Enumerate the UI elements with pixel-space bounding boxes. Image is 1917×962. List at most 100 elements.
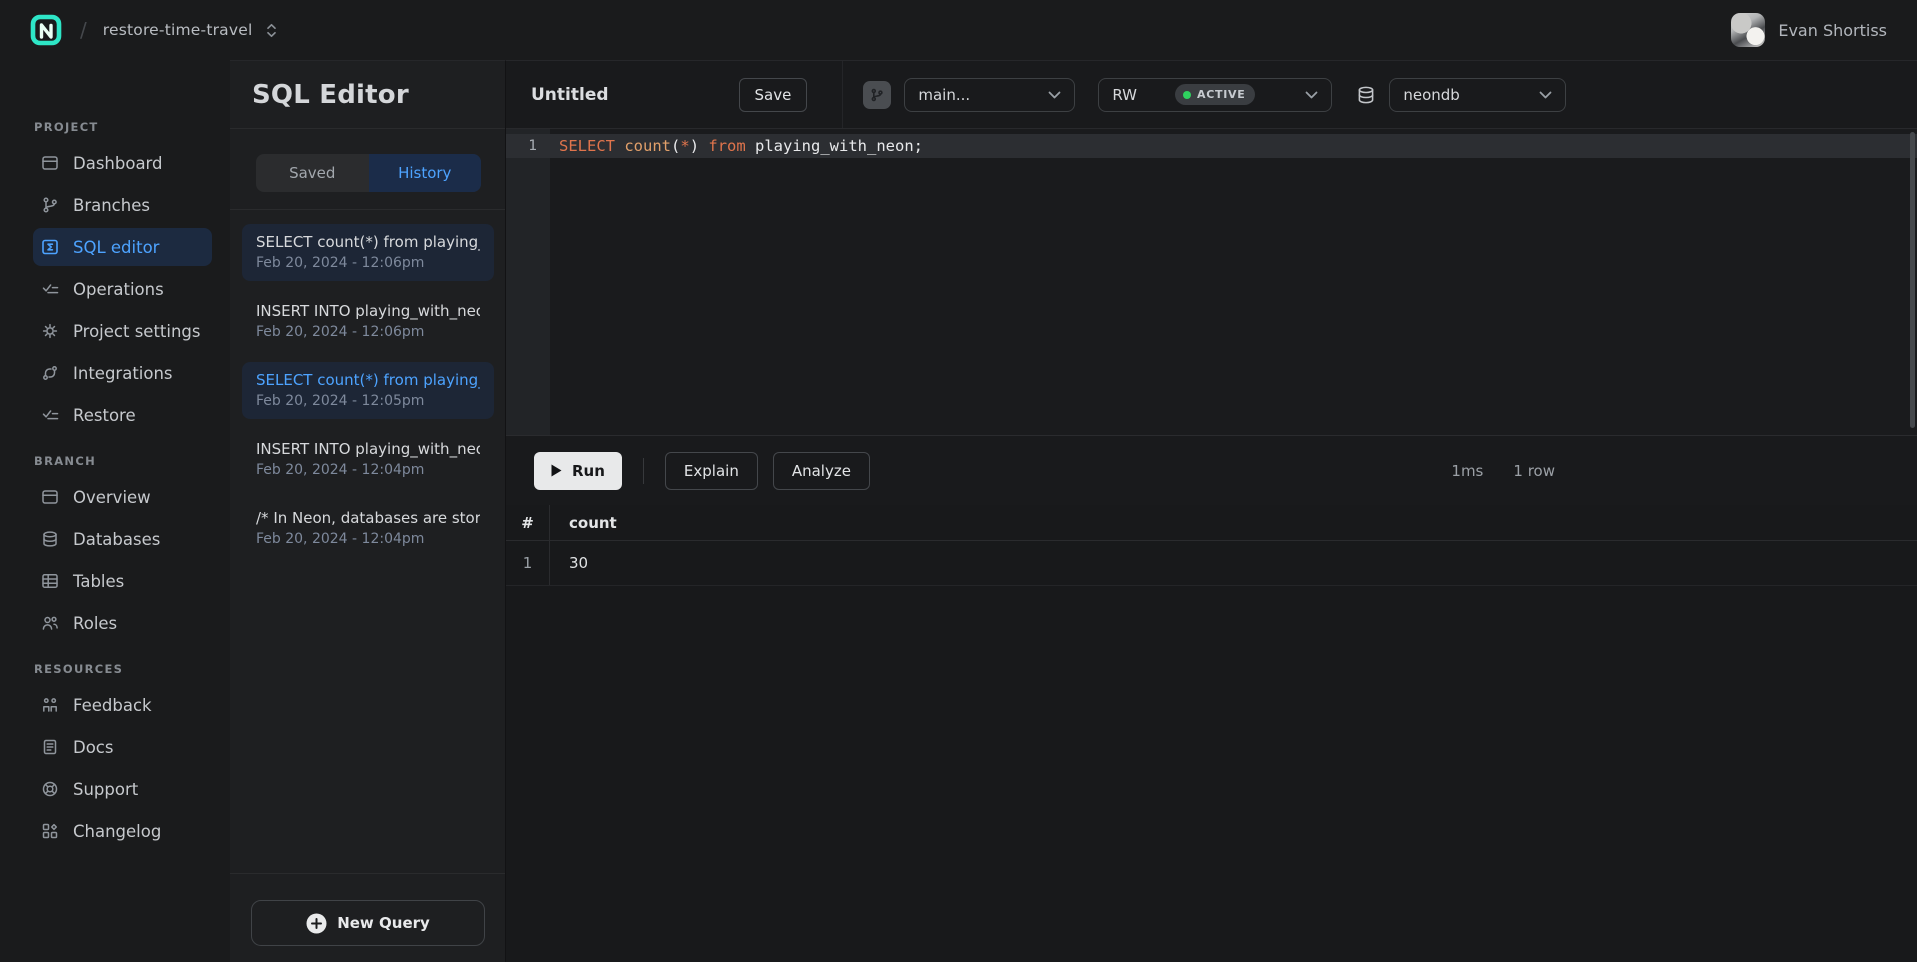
tab-saved[interactable]: Saved (256, 154, 369, 192)
panel-header: SQL Editor (230, 61, 505, 129)
project-switcher-icon[interactable] (264, 22, 279, 39)
sidebar-item-roles[interactable]: Roles (33, 604, 212, 642)
sql-editor-icon (40, 237, 60, 257)
user-menu[interactable]: Evan Shortiss (1731, 13, 1887, 47)
sql-editor-panel: SQL Editor Saved History SELECT count(*)… (230, 60, 505, 962)
body: PROJECT Dashboard Branches SQL editor (0, 60, 1917, 962)
avatar[interactable] (1731, 13, 1765, 47)
row-count: 1 row (1513, 462, 1555, 480)
neon-console: / restore-time-travel Evan Shortiss PROJ… (0, 0, 1917, 962)
save-button[interactable]: Save (739, 78, 808, 112)
sidebar-item-tables[interactable]: Tables (33, 562, 212, 600)
sidebar-item-label: Docs (73, 738, 113, 757)
action-divider (643, 458, 644, 484)
sidebar-item-label: Dashboard (73, 154, 163, 173)
sidebar-item-label: Project settings (73, 322, 201, 341)
history-item[interactable]: SELECT count(*) from playing_wit... Feb … (242, 224, 494, 281)
sidebar-item-label: Branches (73, 196, 150, 215)
chevron-down-icon (1305, 91, 1318, 99)
page-title: SQL Editor (252, 80, 409, 110)
sidebar-item-sql-editor[interactable]: SQL editor (33, 228, 212, 266)
sidebar-item-label: Integrations (73, 364, 173, 383)
sidebar-item-label: Operations (73, 280, 164, 299)
active-dot (1183, 91, 1191, 99)
sidebar-section-project: PROJECT (34, 120, 230, 134)
sidebar-item-project-settings[interactable]: Project settings (33, 312, 212, 350)
sidebar-item-label: Restore (73, 406, 136, 425)
neon-logo[interactable] (30, 14, 62, 46)
history-item-selected[interactable]: SELECT count(*) from playing_wit... Feb … (242, 362, 494, 419)
breadcrumb-separator: / (80, 18, 87, 42)
history-item[interactable]: INSERT INTO playing_with_neon(... Feb 20… (242, 293, 494, 350)
history-timestamp: Feb 20, 2024 - 12:04pm (256, 531, 480, 547)
play-icon (551, 464, 562, 477)
overview-icon (40, 487, 60, 507)
explain-button[interactable]: Explain (665, 452, 758, 490)
results-row-index: 1 (506, 541, 550, 585)
branches-icon (40, 195, 60, 215)
history-timestamp: Feb 20, 2024 - 12:06pm (256, 255, 480, 271)
editor-scrollbar[interactable] (1910, 132, 1915, 428)
analyze-button[interactable]: Analyze (773, 452, 870, 490)
branch-select-value: main... (918, 86, 970, 104)
restore-icon (40, 405, 60, 425)
sidebar-item-databases[interactable]: Databases (33, 520, 212, 558)
sidebar-item-support[interactable]: Support (33, 770, 212, 808)
database-icon (1355, 84, 1377, 106)
compute-status-label: ACTIVE (1197, 88, 1245, 101)
breadcrumb-project-name[interactable]: restore-time-travel (103, 21, 253, 39)
feedback-icon (40, 695, 60, 715)
sidebar-item-operations[interactable]: Operations (33, 270, 212, 308)
sidebar-item-changelog[interactable]: Changelog (33, 812, 212, 850)
line-number-gutter (506, 129, 550, 435)
history-query: INSERT INTO playing_with_neon(... (256, 440, 480, 458)
sidebar-item-integrations[interactable]: Integrations (33, 354, 212, 392)
sidebar-item-branches[interactable]: Branches (33, 186, 212, 224)
query-stats: 1ms 1 row (1451, 462, 1555, 480)
tabs-segmented-control: Saved History (256, 154, 481, 192)
branch-select[interactable]: main... (904, 78, 1075, 112)
sidebar-item-dashboard[interactable]: Dashboard (33, 144, 212, 182)
run-button[interactable]: Run (534, 452, 622, 490)
new-query-label: New Query (337, 914, 430, 932)
history-query: SELECT count(*) from playing_wit... (256, 233, 480, 251)
history-item[interactable]: INSERT INTO playing_with_neon(... Feb 20… (242, 431, 494, 488)
history-timestamp: Feb 20, 2024 - 12:06pm (256, 324, 480, 340)
database-select-value: neondb (1403, 86, 1459, 104)
branch-icon-button[interactable] (863, 81, 891, 109)
code-editor[interactable]: 1 SELECT count(*) from playing_with_neon… (506, 129, 1917, 435)
sidebar-item-restore[interactable]: Restore (33, 396, 212, 434)
sidebar-item-label: Feedback (73, 696, 152, 715)
tab-history[interactable]: History (369, 154, 482, 192)
query-title[interactable]: Untitled (531, 85, 609, 105)
query-tabs: Saved History (230, 129, 505, 210)
sidebar-item-label: Tables (73, 572, 124, 591)
plus-circle-icon (306, 913, 327, 934)
history-item[interactable]: /* In Neon, databases are stored ... Feb… (242, 500, 494, 557)
table-icon (40, 571, 60, 591)
lifebuoy-icon (40, 779, 60, 799)
sidebar: PROJECT Dashboard Branches SQL editor (0, 60, 230, 962)
database-select[interactable]: neondb (1389, 78, 1566, 112)
sidebar-item-overview[interactable]: Overview (33, 478, 212, 516)
editor-header: Untitled Save main... RW ACTIVE (506, 61, 1917, 129)
line-number: 1 (506, 138, 550, 154)
query-time: 1ms (1451, 462, 1483, 480)
compute-status-badge: ACTIVE (1175, 84, 1255, 105)
sidebar-section-resources: RESOURCES (34, 662, 230, 676)
history-query: INSERT INTO playing_with_neon(... (256, 302, 480, 320)
sidebar-item-label: Changelog (73, 822, 161, 841)
code-line-current[interactable]: 1 SELECT count(*) from playing_with_neon… (506, 134, 1917, 158)
new-query-button[interactable]: New Query (251, 900, 485, 946)
sidebar-item-label: Overview (73, 488, 151, 507)
sidebar-item-feedback[interactable]: Feedback (33, 686, 212, 724)
sidebar-item-docs[interactable]: Docs (33, 728, 212, 766)
results-row-count: 30 (550, 541, 588, 585)
code-text: SELECT count(*) from playing_with_neon; (550, 137, 923, 155)
sidebar-item-label: Roles (73, 614, 117, 633)
compute-select[interactable]: RW ACTIVE (1098, 78, 1332, 112)
history-list: SELECT count(*) from playing_wit... Feb … (230, 210, 505, 873)
results-header-count: count (550, 505, 617, 540)
dashboard-icon (40, 153, 60, 173)
results-data-row[interactable]: 1 30 (506, 541, 1917, 586)
